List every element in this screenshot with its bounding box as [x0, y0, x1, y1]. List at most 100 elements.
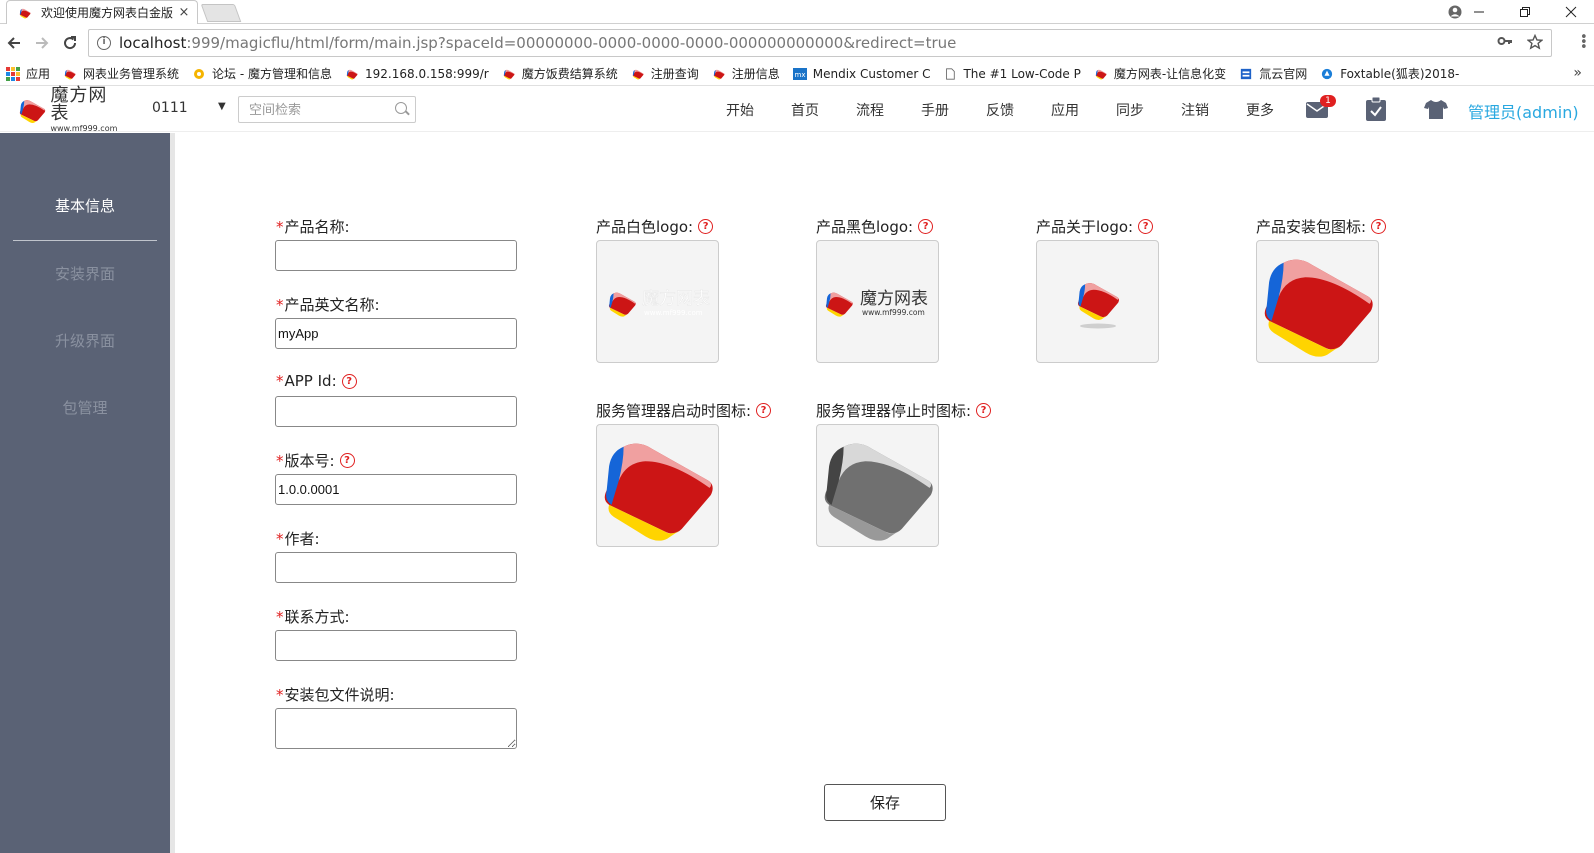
cloud-icon	[1241, 68, 1252, 79]
cube-logo-icon	[501, 68, 517, 80]
bookmark-item[interactable]: 魔方网表-让信息化变	[1093, 65, 1226, 82]
nav-home[interactable]: 首页	[791, 100, 819, 120]
mendix-icon: mx	[792, 67, 807, 80]
active-indicator-line	[13, 240, 157, 241]
product-en-name-input[interactable]	[275, 318, 517, 349]
sidebar: 基本信息 安装界面 升级界面 包管理	[0, 133, 175, 853]
new-tab-button[interactable]	[200, 4, 242, 22]
bookmark-item[interactable]: 注册信息	[711, 65, 780, 82]
help-icon[interactable]: ?	[756, 403, 772, 418]
sidebar-item-basic-info[interactable]: 基本信息	[0, 195, 170, 216]
help-icon[interactable]: ?	[918, 219, 934, 234]
help-icon[interactable]: ?	[1371, 219, 1387, 234]
package-desc-textarea[interactable]	[275, 708, 517, 749]
image-label-service-stop-icon: 服务管理器停止时图标:?	[816, 400, 992, 421]
back-icon[interactable]	[4, 33, 24, 53]
help-icon[interactable]: ?	[339, 453, 355, 468]
restore-icon[interactable]	[1502, 0, 1548, 24]
cube-logo-icon	[711, 68, 727, 80]
help-icon[interactable]: ?	[698, 219, 714, 234]
nav-sync[interactable]: 同步	[1116, 100, 1144, 120]
service-stop-icon-upload[interactable]	[816, 424, 939, 547]
close-window-icon[interactable]	[1548, 0, 1594, 24]
about-logo-upload[interactable]	[1036, 240, 1159, 363]
app-header: 魔方网表 www.mf999.com 0111 ▼ 开始 首页 流程 手册 反馈…	[0, 87, 1594, 133]
service-start-icon-preview	[597, 425, 718, 546]
bookmarks-overflow-icon[interactable]: »	[1573, 65, 1582, 81]
admin-user-link[interactable]: 管理员(admin)	[1468, 99, 1579, 123]
cube-logo-icon	[62, 68, 78, 80]
black-logo-upload[interactable]: 魔方网表 www.mf999.com	[816, 240, 939, 363]
nav-apps[interactable]: 应用	[1051, 100, 1079, 120]
logo-title: 魔方网表	[50, 85, 108, 124]
field-label-product-en-name: * 产品英文名称:	[276, 295, 380, 315]
author-input[interactable]	[275, 552, 517, 583]
space-search-input[interactable]	[238, 96, 416, 123]
theme-shirt-icon[interactable]	[1424, 100, 1448, 123]
brand-logo[interactable]: 魔方网表 www.mf999.com	[18, 87, 118, 133]
key-icon[interactable]	[1497, 34, 1513, 54]
sidebar-item-upgrade-ui[interactable]: 升级界面	[0, 330, 170, 351]
minimize-icon[interactable]	[1456, 0, 1502, 24]
bookmarks-bar: 应用 网表业务管理系统 论坛 - 魔方管理和信息 192.168.0.158:9…	[0, 62, 1594, 86]
sidebar-divider	[170, 133, 175, 853]
nav-manual[interactable]: 手册	[921, 100, 949, 120]
tab-close-icon[interactable]: ×	[177, 5, 191, 20]
white-logo-preview: 魔方网表 www.mf999.com	[608, 288, 710, 317]
cube-logo-icon	[18, 95, 46, 125]
sidebar-item-package-mgmt[interactable]: 包管理	[0, 397, 170, 418]
app-id-input[interactable]	[275, 396, 517, 427]
caret-down-icon[interactable]: ▼	[218, 101, 226, 112]
bookmark-item[interactable]: Foxtable(狐表)2018-	[1319, 65, 1459, 82]
nav-start[interactable]: 开始	[726, 100, 754, 120]
svg-text:www.mf999.com: www.mf999.com	[644, 309, 703, 317]
browser-menu-icon[interactable]: • • •	[1580, 31, 1588, 54]
clipboard-icon[interactable]	[1366, 96, 1386, 125]
search-icon[interactable]	[395, 102, 407, 114]
browser-toolbar: i localhost:999/magicflu/html/form/main.…	[0, 24, 1594, 62]
url-host: localhost	[119, 34, 187, 52]
contact-input[interactable]	[275, 630, 517, 661]
svg-text:魔方网表: 魔方网表	[642, 289, 710, 309]
version-input[interactable]	[275, 474, 517, 505]
bookmark-item[interactable]: mx Mendix Customer C	[792, 67, 930, 81]
white-logo-upload[interactable]: 魔方网表 www.mf999.com	[596, 240, 719, 363]
site-info-icon[interactable]: i	[97, 36, 111, 50]
bookmark-apps[interactable]: 应用	[6, 65, 50, 82]
bookmark-star-icon[interactable]	[1526, 33, 1544, 54]
nav-workflow[interactable]: 流程	[856, 100, 884, 120]
bookmark-item[interactable]: 注册查询	[630, 65, 699, 82]
help-icon[interactable]: ?	[341, 373, 357, 389]
address-bar[interactable]: i localhost:999/magicflu/html/form/main.…	[88, 29, 1552, 57]
bookmark-item[interactable]: The #1 Low-Code P	[942, 67, 1081, 81]
help-icon[interactable]: ?	[976, 403, 992, 418]
installer-icon-upload[interactable]	[1256, 240, 1379, 363]
bookmark-item[interactable]: 192.168.0.158:999/r	[344, 67, 489, 81]
save-button[interactable]: 保存	[824, 784, 946, 821]
help-icon[interactable]: ?	[1138, 219, 1154, 234]
bookmark-item[interactable]: 魔方饭费结算系统	[501, 65, 618, 82]
image-label-white-logo: 产品白色logo:?	[596, 216, 714, 237]
cube-logo-icon	[344, 68, 360, 80]
field-label-contact: * 联系方式:	[276, 607, 350, 627]
bookmark-item[interactable]: 氚云官网	[1238, 65, 1307, 82]
logo-url: www.mf999.com	[50, 124, 118, 133]
product-name-input[interactable]	[275, 240, 517, 271]
nav-feedback[interactable]: 反馈	[986, 100, 1014, 120]
field-label-app-id: * APP Id:?	[276, 372, 357, 390]
space-selector[interactable]: 0111	[152, 100, 188, 116]
forward-icon[interactable]	[32, 33, 52, 53]
service-start-icon-upload[interactable]	[596, 424, 719, 547]
tab-title: 欢迎使用魔方网表白金版	[41, 6, 174, 20]
browser-tab[interactable]: 欢迎使用魔方网表白金版 ×	[6, 0, 198, 24]
browser-tabstrip: 欢迎使用魔方网表白金版 ×	[0, 0, 1594, 24]
reload-icon[interactable]	[60, 33, 80, 53]
bookmark-item[interactable]: 网表业务管理系统	[62, 65, 179, 82]
installer-icon-preview	[1257, 241, 1378, 362]
nav-more[interactable]: 更多	[1246, 100, 1274, 120]
nav-logout[interactable]: 注销	[1181, 100, 1209, 120]
field-label-package-desc: * 安装包文件说明:	[276, 685, 395, 705]
image-label-black-logo: 产品黑色logo:?	[816, 216, 934, 237]
bookmark-item[interactable]: 论坛 - 魔方管理和信息	[191, 65, 332, 82]
sidebar-item-install-ui[interactable]: 安装界面	[0, 263, 170, 284]
